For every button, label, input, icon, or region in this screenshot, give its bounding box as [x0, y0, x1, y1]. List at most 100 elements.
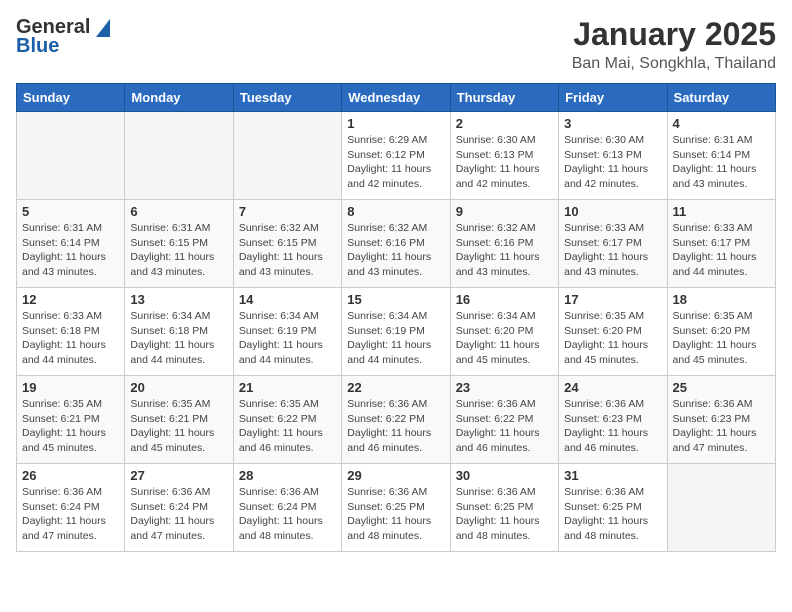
calendar-cell: 27Sunrise: 6:36 AM Sunset: 6:24 PM Dayli… — [125, 464, 233, 552]
day-number: 12 — [22, 292, 119, 307]
calendar-cell: 23Sunrise: 6:36 AM Sunset: 6:22 PM Dayli… — [450, 376, 558, 464]
calendar-week-row: 5 Sunrise: 6:31 AM Sunset: 6:14 PM Daylig… — [17, 200, 776, 288]
calendar-cell: 13Sunrise: 6:34 AM Sunset: 6:18 PM Dayli… — [125, 288, 233, 376]
day-number: 16 — [456, 292, 553, 307]
title-section: January 2025 Ban Mai, Songkhla, Thailand — [572, 16, 776, 73]
day-info: Sunrise: 6:31 AM Sunset: 6:14 PM Dayligh… — [673, 133, 770, 192]
calendar-cell: 20 Sunrise: 6:35 AM Sunset: 6:21 PM Dayli… — [125, 376, 233, 464]
day-info: Sunrise: 6:36 AM Sunset: 6:25 PM Dayligh… — [456, 485, 553, 544]
day-number: 25 — [673, 380, 770, 395]
day-info: Sunrise: 6:36 AM Sunset: 6:23 PM Dayligh… — [564, 397, 661, 456]
day-number: 24 — [564, 380, 661, 395]
day-number: 5 — [22, 204, 119, 219]
day-number: 8 — [347, 204, 444, 219]
day-info: Sunrise: 6:31 AM Sunset: 6:14 PM Dayligh… — [22, 221, 119, 280]
day-number: 17 — [564, 292, 661, 307]
day-info: Sunrise: 6:30 AM Sunset: 6:13 PM Dayligh… — [564, 133, 661, 192]
day-number: 19 — [22, 380, 119, 395]
calendar-week-row: 1 Sunrise: 6:29 AM Sunset: 6:12 PM Daylig… — [17, 112, 776, 200]
day-info: Sunrise: 6:34 AM Sunset: 6:19 PM Dayligh… — [347, 309, 444, 368]
day-info: Sunrise: 6:30 AM Sunset: 6:13 PM Dayligh… — [456, 133, 553, 192]
calendar-cell: 19 Sunrise: 6:35 AM Sunset: 6:21 PM Dayli… — [17, 376, 125, 464]
day-number: 22 — [347, 380, 444, 395]
calendar-cell: 4 Sunrise: 6:31 AM Sunset: 6:14 PM Daylig… — [667, 112, 775, 200]
day-number: 15 — [347, 292, 444, 307]
calendar-cell: 5 Sunrise: 6:31 AM Sunset: 6:14 PM Daylig… — [17, 200, 125, 288]
calendar-cell: 9 Sunrise: 6:32 AM Sunset: 6:16 PM Daylig… — [450, 200, 558, 288]
day-number: 26 — [22, 468, 119, 483]
day-info: Sunrise: 6:36 AM Sunset: 6:24 PM Dayligh… — [239, 485, 336, 544]
day-number: 3 — [564, 116, 661, 131]
day-number: 21 — [239, 380, 336, 395]
calendar-cell: 1 Sunrise: 6:29 AM Sunset: 6:12 PM Daylig… — [342, 112, 450, 200]
calendar-day-header: Friday — [559, 84, 667, 112]
calendar-cell: 6Sunrise: 6:31 AM Sunset: 6:15 PM Daylig… — [125, 200, 233, 288]
day-info: Sunrise: 6:32 AM Sunset: 6:16 PM Dayligh… — [456, 221, 553, 280]
day-info: Sunrise: 6:29 AM Sunset: 6:12 PM Dayligh… — [347, 133, 444, 192]
calendar-cell: 31 Sunrise: 6:36 AM Sunset: 6:25 PM Dayli… — [559, 464, 667, 552]
calendar-day-header: Thursday — [450, 84, 558, 112]
day-number: 23 — [456, 380, 553, 395]
calendar-cell — [125, 112, 233, 200]
calendar-week-row: 19 Sunrise: 6:35 AM Sunset: 6:21 PM Dayli… — [17, 376, 776, 464]
calendar-cell: 15 Sunrise: 6:34 AM Sunset: 6:19 PM Dayli… — [342, 288, 450, 376]
calendar-cell: 10Sunrise: 6:33 AM Sunset: 6:17 PM Dayli… — [559, 200, 667, 288]
logo: General Blue — [16, 16, 110, 58]
day-number: 18 — [673, 292, 770, 307]
calendar-cell: 25 Sunrise: 6:36 AM Sunset: 6:23 PM Dayli… — [667, 376, 775, 464]
location-title: Ban Mai, Songkhla, Thailand — [572, 55, 776, 73]
day-number: 20 — [130, 380, 227, 395]
day-info: Sunrise: 6:36 AM Sunset: 6:23 PM Dayligh… — [673, 397, 770, 456]
day-number: 13 — [130, 292, 227, 307]
day-number: 2 — [456, 116, 553, 131]
calendar-cell: 11 Sunrise: 6:33 AM Sunset: 6:17 PM Dayli… — [667, 200, 775, 288]
calendar-day-header: Wednesday — [342, 84, 450, 112]
calendar-week-row: 12 Sunrise: 6:33 AM Sunset: 6:18 PM Dayli… — [17, 288, 776, 376]
day-info: Sunrise: 6:35 AM Sunset: 6:22 PM Dayligh… — [239, 397, 336, 456]
day-info: Sunrise: 6:33 AM Sunset: 6:17 PM Dayligh… — [564, 221, 661, 280]
day-number: 28 — [239, 468, 336, 483]
calendar-cell: 21 Sunrise: 6:35 AM Sunset: 6:22 PM Dayli… — [233, 376, 341, 464]
day-info: Sunrise: 6:36 AM Sunset: 6:22 PM Dayligh… — [347, 397, 444, 456]
day-info: Sunrise: 6:35 AM Sunset: 6:21 PM Dayligh… — [130, 397, 227, 456]
calendar-day-header: Monday — [125, 84, 233, 112]
calendar-cell — [233, 112, 341, 200]
calendar-cell: 22 Sunrise: 6:36 AM Sunset: 6:22 PM Dayli… — [342, 376, 450, 464]
day-number: 14 — [239, 292, 336, 307]
day-number: 29 — [347, 468, 444, 483]
calendar-cell: 18Sunrise: 6:35 AM Sunset: 6:20 PM Dayli… — [667, 288, 775, 376]
day-info: Sunrise: 6:33 AM Sunset: 6:18 PM Dayligh… — [22, 309, 119, 368]
day-info: Sunrise: 6:32 AM Sunset: 6:15 PM Dayligh… — [239, 221, 336, 280]
day-info: Sunrise: 6:33 AM Sunset: 6:17 PM Dayligh… — [673, 221, 770, 280]
calendar-cell: 17 Sunrise: 6:35 AM Sunset: 6:20 PM Dayli… — [559, 288, 667, 376]
calendar-cell: 30 Sunrise: 6:36 AM Sunset: 6:25 PM Dayli… — [450, 464, 558, 552]
calendar-cell: 2 Sunrise: 6:30 AM Sunset: 6:13 PM Daylig… — [450, 112, 558, 200]
day-number: 4 — [673, 116, 770, 131]
day-info: Sunrise: 6:34 AM Sunset: 6:19 PM Dayligh… — [239, 309, 336, 368]
day-number: 1 — [347, 116, 444, 131]
day-info: Sunrise: 6:36 AM Sunset: 6:24 PM Dayligh… — [22, 485, 119, 544]
day-number: 11 — [673, 204, 770, 219]
day-number: 31 — [564, 468, 661, 483]
calendar-day-header: Sunday — [17, 84, 125, 112]
calendar-cell: 8 Sunrise: 6:32 AM Sunset: 6:16 PM Daylig… — [342, 200, 450, 288]
day-number: 9 — [456, 204, 553, 219]
calendar-week-row: 26 Sunrise: 6:36 AM Sunset: 6:24 PM Dayli… — [17, 464, 776, 552]
day-info: Sunrise: 6:34 AM Sunset: 6:20 PM Dayligh… — [456, 309, 553, 368]
day-info: Sunrise: 6:32 AM Sunset: 6:16 PM Dayligh… — [347, 221, 444, 280]
header: General Blue January 2025 Ban Mai, Songk… — [16, 16, 776, 73]
calendar-cell — [667, 464, 775, 552]
calendar-cell: 7Sunrise: 6:32 AM Sunset: 6:15 PM Daylig… — [233, 200, 341, 288]
day-info: Sunrise: 6:36 AM Sunset: 6:24 PM Dayligh… — [130, 485, 227, 544]
calendar-cell: 24 Sunrise: 6:36 AM Sunset: 6:23 PM Dayli… — [559, 376, 667, 464]
calendar-cell — [17, 112, 125, 200]
calendar: SundayMondayTuesdayWednesdayThursdayFrid… — [16, 83, 776, 552]
day-info: Sunrise: 6:31 AM Sunset: 6:15 PM Dayligh… — [130, 221, 227, 280]
day-info: Sunrise: 6:36 AM Sunset: 6:25 PM Dayligh… — [564, 485, 661, 544]
day-info: Sunrise: 6:36 AM Sunset: 6:25 PM Dayligh… — [347, 485, 444, 544]
day-info: Sunrise: 6:35 AM Sunset: 6:20 PM Dayligh… — [564, 309, 661, 368]
day-number: 30 — [456, 468, 553, 483]
calendar-day-header: Tuesday — [233, 84, 341, 112]
day-info: Sunrise: 6:35 AM Sunset: 6:21 PM Dayligh… — [22, 397, 119, 456]
calendar-cell: 16 Sunrise: 6:34 AM Sunset: 6:20 PM Dayli… — [450, 288, 558, 376]
